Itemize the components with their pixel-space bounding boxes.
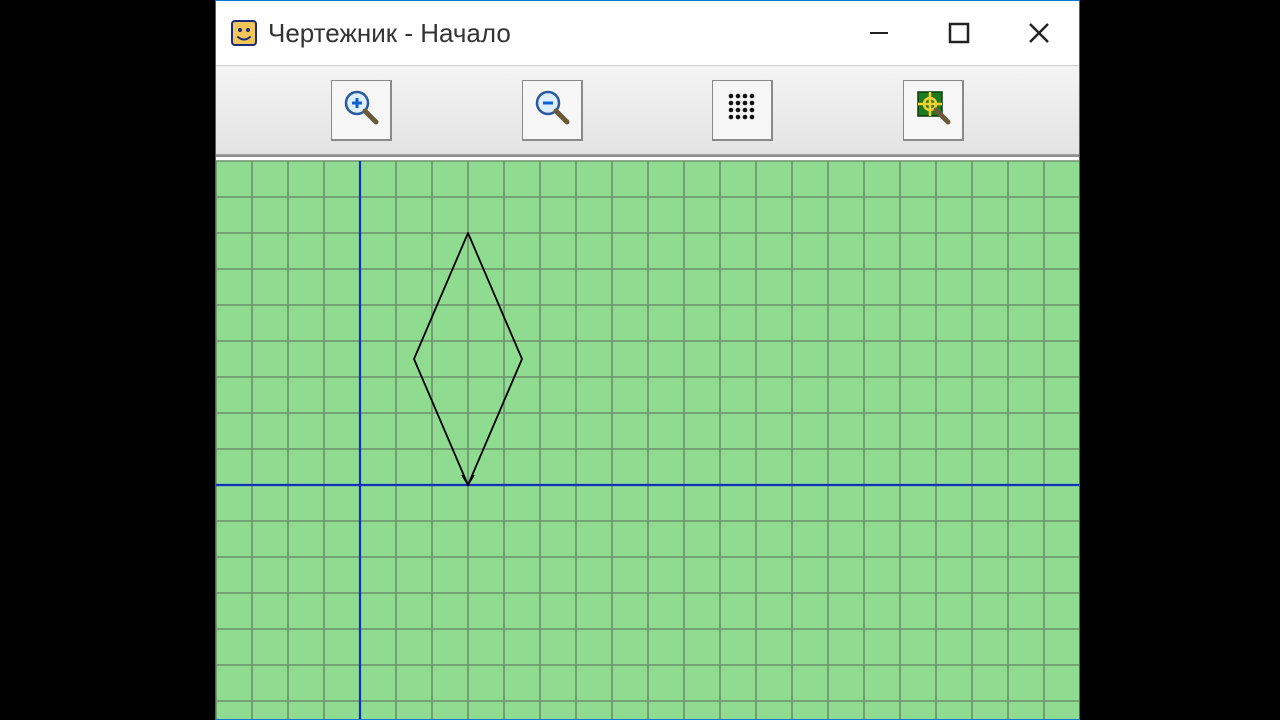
grid-dots-button[interactable] <box>712 80 773 141</box>
toolbar <box>216 65 1079 155</box>
zoom-out-icon <box>531 86 573 133</box>
maximize-button[interactable] <box>919 1 999 65</box>
window-controls <box>839 1 1079 65</box>
titlebar: Чертежник - Начало <box>216 1 1079 65</box>
grid-surface <box>216 157 1079 719</box>
drawing-canvas[interactable] <box>216 155 1079 719</box>
close-button[interactable] <box>999 1 1079 65</box>
app-icon <box>230 19 258 47</box>
grid-dots-icon <box>721 86 763 133</box>
zoom-out-button[interactable] <box>522 80 583 141</box>
minimize-button[interactable] <box>839 1 919 65</box>
app-window: Чертежник - Начало <box>215 0 1080 720</box>
window-title: Чертежник - Начало <box>268 18 839 49</box>
zoom-in-button[interactable] <box>331 80 392 141</box>
fit-to-screen-icon <box>912 86 954 133</box>
zoom-in-icon <box>340 86 382 133</box>
fit-to-screen-button[interactable] <box>903 80 964 141</box>
